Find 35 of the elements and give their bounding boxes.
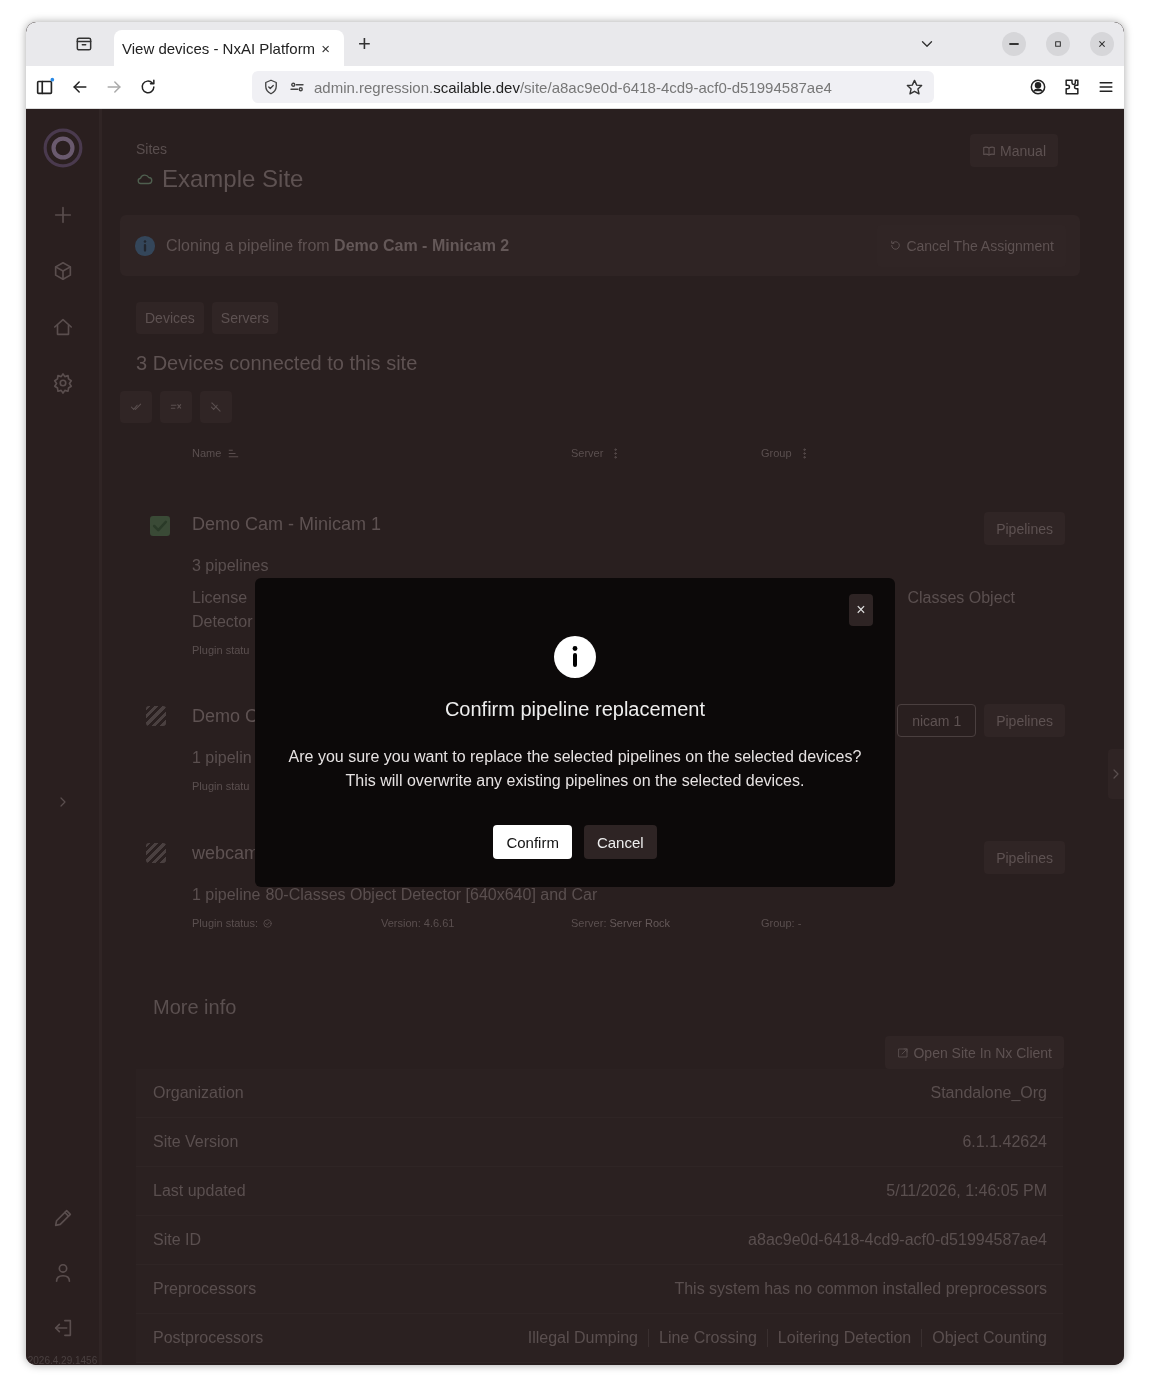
tab-close-button[interactable]: × xyxy=(321,40,330,56)
new-tab-button[interactable]: + xyxy=(358,33,371,55)
dialog-title: Confirm pipeline replacement xyxy=(444,698,706,721)
external-link-icon xyxy=(897,1046,910,1059)
maximize-button[interactable] xyxy=(1046,32,1070,56)
info-icon xyxy=(134,234,156,257)
checkbox[interactable] xyxy=(146,706,166,726)
minimize-icon xyxy=(1009,43,1019,45)
undo-icon xyxy=(889,239,903,252)
deselect-button[interactable] xyxy=(200,391,232,423)
account-icon[interactable] xyxy=(1028,77,1048,97)
status-icon xyxy=(262,917,274,929)
checkbox[interactable] xyxy=(146,843,166,863)
expand-panel-button[interactable] xyxy=(1108,749,1124,799)
dialog-message: This will overwrite any existing pipelines on the selected devices. xyxy=(344,771,806,791)
logo-icon xyxy=(41,127,84,169)
shield-icon xyxy=(262,78,280,96)
settings-icon[interactable] xyxy=(51,372,74,394)
browser-tab[interactable]: View devices - NxAI Platform × xyxy=(114,30,344,66)
address-bar[interactable]: admin.regression.scailable.dev/site/a8ac9e0d-6418-4cd9-acf0-d51994587ae4 xyxy=(252,71,934,103)
clear-selection-button[interactable] xyxy=(160,391,192,423)
extensions-icon[interactable] xyxy=(1062,77,1082,97)
select-all-button[interactable] xyxy=(120,391,152,423)
confirm-button[interactable]: Confirm xyxy=(493,825,572,859)
dialog-message: Are you sure you want to replace the selected pipelines on the selected devices? xyxy=(288,747,862,767)
minimize-button[interactable] xyxy=(1002,32,1026,56)
url-text: admin.regression.scailable.dev/site/a8ac9e0d-6418-4cd9-acf0-d51994587ae4 xyxy=(314,78,833,96)
close-button[interactable]: × xyxy=(849,594,873,626)
star-icon[interactable] xyxy=(905,77,924,97)
tab-list-icon[interactable] xyxy=(74,34,94,54)
home-icon[interactable] xyxy=(51,316,74,338)
cancel-button[interactable]: Cancel xyxy=(583,825,657,859)
info-icon xyxy=(554,636,596,678)
tab-title: View devices - NxAI Platform xyxy=(122,39,316,57)
close-window-button[interactable] xyxy=(1090,32,1114,56)
